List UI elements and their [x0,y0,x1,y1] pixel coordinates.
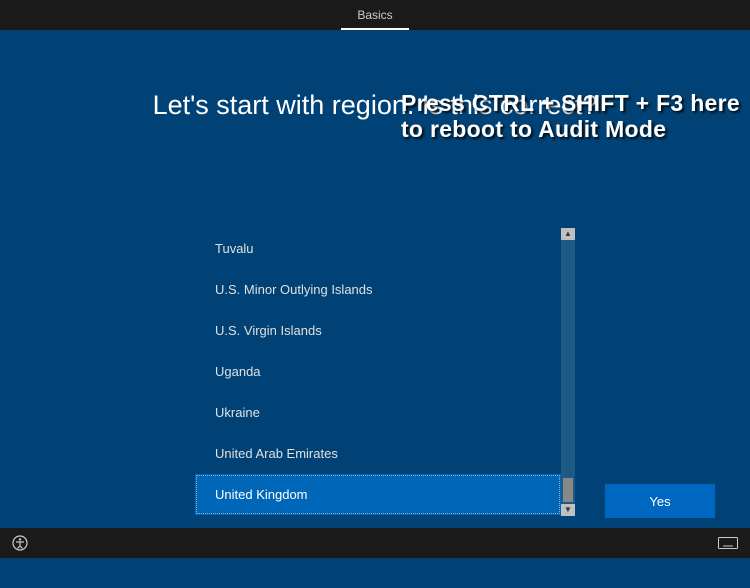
overlay-line2: to reboot to Audit Mode [401,116,740,142]
yes-button[interactable]: Yes [605,484,715,518]
region-label: U.S. Minor Outlying Islands [215,282,373,297]
scroll-thumb[interactable] [563,478,573,502]
tab-label: Basics [357,8,392,22]
list-item[interactable]: Tuvalu [195,228,561,269]
list-item[interactable]: U.S. Virgin Islands [195,310,561,351]
list-item[interactable]: U.S. Minor Outlying Islands [195,269,561,310]
footer-bar [0,528,750,558]
region-label: United Kingdom [215,487,308,502]
region-list[interactable]: Tuvalu U.S. Minor Outlying Islands U.S. … [195,228,561,516]
region-label: Uganda [215,364,261,379]
list-item[interactable]: United Arab Emirates [195,433,561,474]
region-label: Tuvalu [215,241,254,256]
tab-basics[interactable]: Basics [341,0,408,30]
region-label: U.S. Virgin Islands [215,323,322,338]
scroll-down-icon[interactable]: ▼ [561,504,575,516]
accessibility-icon[interactable] [12,535,28,551]
list-item[interactable]: Ukraine [195,392,561,433]
tab-underline [341,28,408,30]
list-item[interactable]: Uganda [195,351,561,392]
region-label: United Arab Emirates [215,446,338,461]
list-item-selected[interactable]: United Kingdom [195,474,561,515]
overlay-line1: Press CTRL + SHIFT + F3 here [401,90,740,116]
instruction-overlay: Press CTRL + SHIFT + F3 here to reboot t… [401,90,740,143]
keyboard-icon[interactable] [718,537,738,549]
scroll-up-icon[interactable]: ▲ [561,228,575,240]
region-label: Ukraine [215,405,260,420]
header-bar: Basics [0,0,750,30]
region-list-wrap: Tuvalu U.S. Minor Outlying Islands U.S. … [195,228,575,516]
scrollbar[interactable]: ▲ ▼ [561,228,575,516]
